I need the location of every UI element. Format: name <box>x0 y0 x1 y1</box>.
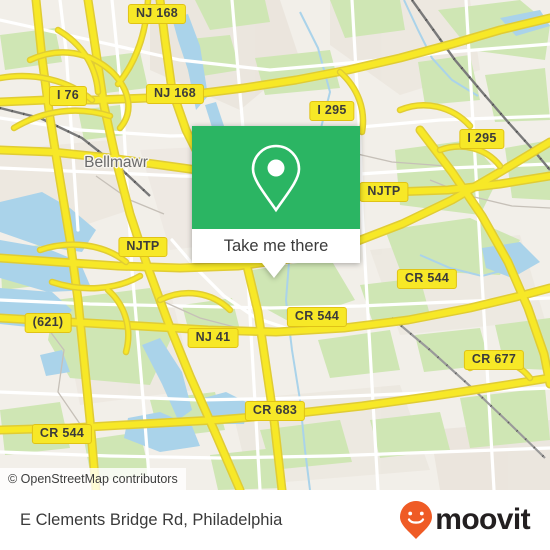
road-shield-cr-544-mid[interactable]: CR 544 <box>286 307 348 327</box>
road-shield-i-76[interactable]: I 76 <box>48 86 88 106</box>
road-shield-njtp-east[interactable]: NJTP <box>359 182 409 202</box>
road-shield-i-295-east[interactable]: I 295 <box>459 129 505 149</box>
popup-image-panel <box>192 126 360 229</box>
road-shield-nj-168-north[interactable]: NJ 168 <box>127 4 187 24</box>
popup-pointer-tail <box>262 263 286 278</box>
map-attribution-bar: © OpenStreetMap contributors <box>0 468 186 490</box>
location-address-label: E Clements Bridge Rd, Philadelphia <box>20 510 283 529</box>
attribution-text[interactable]: © OpenStreetMap contributors <box>8 472 178 486</box>
moovit-wordmark: moovit <box>435 503 530 536</box>
popup-action-panel[interactable]: Take me there <box>192 229 360 263</box>
road-shield-621[interactable]: (621) <box>24 313 72 333</box>
road-shield-nj-168-south[interactable]: NJ 168 <box>145 84 205 104</box>
moovit-pin-smile-icon <box>400 501 433 539</box>
place-label-bellmawr: Bellmawr <box>84 154 148 171</box>
road-shield-nj-41[interactable]: NJ 41 <box>187 328 239 348</box>
road-shield-cr-677[interactable]: CR 677 <box>463 350 525 370</box>
road-shield-cr-544-west[interactable]: CR 544 <box>31 424 93 444</box>
location-popup[interactable]: Take me there <box>192 126 360 278</box>
map-pin-icon <box>251 144 301 212</box>
road-shield-i-295-west[interactable]: I 295 <box>309 101 355 121</box>
road-shield-njtp-west[interactable]: NJTP <box>118 237 168 257</box>
road-shield-cr-683[interactable]: CR 683 <box>244 401 306 421</box>
map-canvas[interactable]: Bellmawr NJ 168 I 76 NJ 168 I 295 I 295 … <box>0 0 550 490</box>
footer-bar: E Clements Bridge Rd, Philadelphia moovi… <box>0 490 550 550</box>
take-me-there-label: Take me there <box>223 236 329 255</box>
moovit-brand[interactable]: moovit <box>399 500 531 540</box>
map-screenshot-root: Bellmawr NJ 168 I 76 NJ 168 I 295 I 295 … <box>0 0 550 550</box>
road-shield-cr-544-east[interactable]: CR 544 <box>396 269 458 289</box>
